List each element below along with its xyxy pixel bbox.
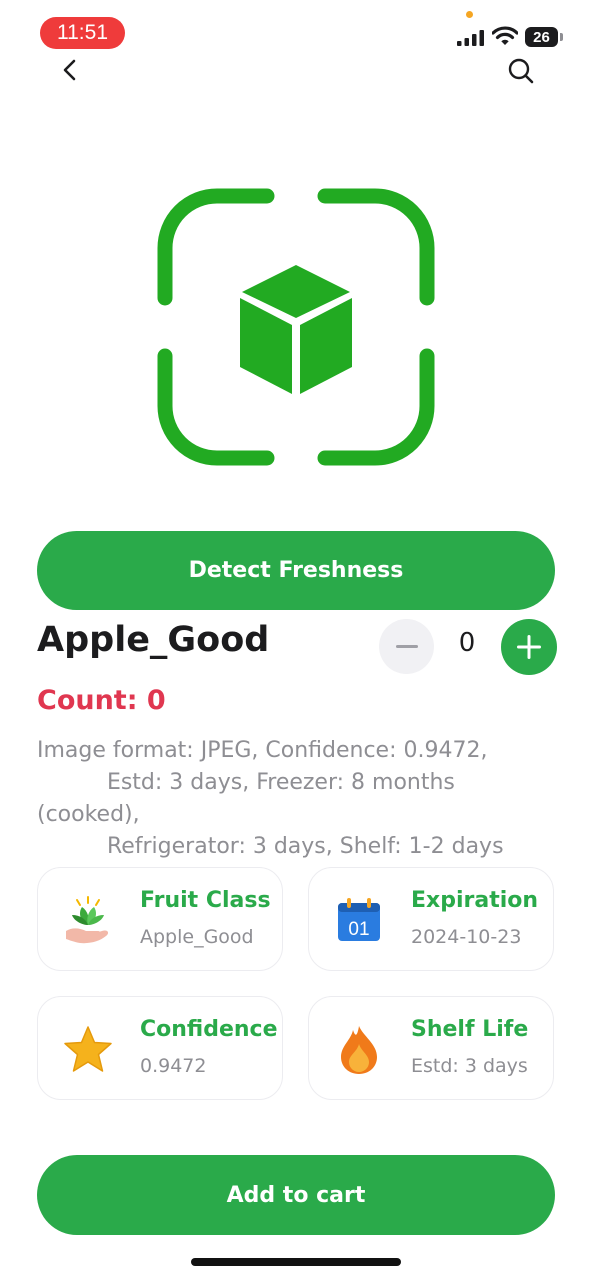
flame-icon <box>341 1026 377 1074</box>
battery-cap <box>560 33 563 41</box>
battery-icon: 26 <box>525 27 558 47</box>
fruit-class-title: Fruit Class <box>140 888 271 913</box>
search-button[interactable] <box>505 55 537 87</box>
confidence-card: Confidence 0.9472 <box>37 996 283 1100</box>
privacy-indicator-dot <box>466 11 473 18</box>
status-time-text: 11:51 <box>57 21 108 44</box>
minus-icon <box>395 644 418 648</box>
decrease-quantity-button[interactable] <box>379 619 434 674</box>
battery-level: 26 <box>533 28 550 46</box>
increase-quantity-button[interactable] <box>501 619 557 675</box>
cube-scan-icon <box>157 188 435 466</box>
back-button[interactable] <box>55 55 85 85</box>
shelf-life-card: Shelf Life Estd: 3 days <box>308 996 554 1100</box>
status-time: 11:51 <box>40 17 125 49</box>
product-description: Image format: JPEG, Confidence: 0.9472, … <box>37 738 504 859</box>
add-to-cart-label: Add to cart <box>226 1182 366 1208</box>
detect-freshness-label: Detect Freshness <box>188 558 404 583</box>
expiration-value: 2024-10-23 <box>411 926 522 948</box>
shelf-life-value: Estd: 3 days <box>411 1055 528 1077</box>
chevron-left-icon <box>63 59 76 81</box>
count-label: Count: 0 <box>37 685 166 716</box>
plus-icon <box>517 635 541 659</box>
product-title: Apple_Good <box>37 620 270 660</box>
add-to-cart-button[interactable]: Add to cart <box>37 1155 555 1235</box>
detect-freshness-button[interactable]: Detect Freshness <box>37 531 555 610</box>
expiration-title: Expiration <box>411 888 539 913</box>
calendar-icon: 01 <box>338 898 380 941</box>
shelf-life-title: Shelf Life <box>411 1017 529 1042</box>
fruit-class-card: Fruit Class Apple_Good <box>37 867 283 971</box>
confidence-title: Confidence <box>140 1017 278 1042</box>
search-icon <box>508 58 534 84</box>
home-indicator[interactable] <box>191 1258 401 1266</box>
fruit-class-value: Apple_Good <box>140 926 254 948</box>
confidence-value: 0.9472 <box>140 1055 207 1077</box>
sprout-hand-icon <box>66 896 109 944</box>
star-icon <box>64 1026 112 1072</box>
expiration-card: 01 Expiration 2024-10-23 <box>308 867 554 971</box>
wifi-icon <box>492 26 518 45</box>
calendar-day-text: 01 <box>348 919 369 940</box>
cellular-signal-icon <box>457 30 484 46</box>
quantity-value: 0 <box>458 628 476 658</box>
battery-indicator: 26 <box>525 27 563 47</box>
